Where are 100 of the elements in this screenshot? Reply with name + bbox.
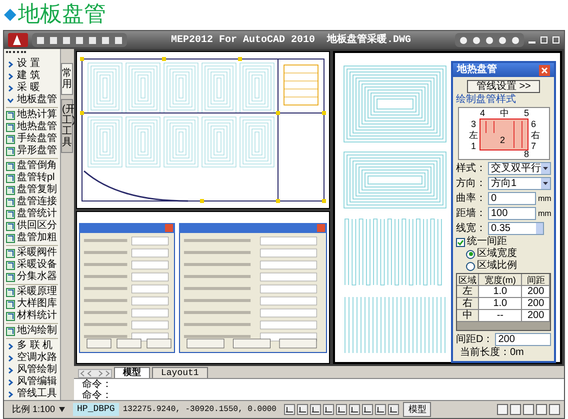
unit-label: mm bbox=[538, 194, 552, 202]
input-field[interactable]: 0 bbox=[488, 192, 536, 205]
menu-item[interactable]: 空调水路 bbox=[6, 352, 58, 364]
tool-icon bbox=[6, 162, 15, 170]
tool-icon bbox=[6, 326, 15, 336]
checkbox-label: 统一间距 bbox=[467, 237, 507, 247]
dropdown[interactable]: 方向1 bbox=[488, 177, 552, 190]
drafting-toggle-icon[interactable] bbox=[388, 404, 400, 415]
page-title: 地板盘管 bbox=[18, 4, 106, 26]
table-cell: 1.0 bbox=[479, 286, 522, 298]
menu-item[interactable]: 风管绘制 bbox=[6, 364, 58, 376]
drafting-toggle-icon[interactable] bbox=[336, 404, 348, 415]
table-cell: 200 bbox=[522, 298, 550, 310]
spinner-field[interactable]: 0.35 bbox=[488, 222, 544, 235]
drafting-toggle-icon[interactable] bbox=[349, 404, 360, 415]
pipe-settings-button[interactable]: 管线设置 >> bbox=[467, 80, 540, 93]
dropdown[interactable]: 交叉双平行 bbox=[488, 162, 552, 175]
tool-icon bbox=[6, 234, 15, 242]
menu-item[interactable]: 分集水器 bbox=[6, 271, 58, 283]
menu-item[interactable]: 大样图库 bbox=[6, 298, 58, 310]
layer-label[interactable]: HP_DBPG bbox=[73, 402, 119, 416]
menu-item[interactable]: 地沟绘制 bbox=[6, 325, 58, 337]
menu-item[interactable]: 盘管转pl bbox=[6, 172, 58, 184]
drafting-toggle-icon[interactable] bbox=[284, 404, 296, 415]
tool-icon bbox=[6, 174, 15, 182]
menu-item[interactable]: 采暖原理 bbox=[6, 286, 58, 298]
side-tab[interactable]: 常用 bbox=[61, 63, 73, 95]
menu-item[interactable]: 地热盘管 bbox=[6, 121, 58, 133]
menu-item[interactable]: 设 置 bbox=[6, 58, 58, 70]
maximize-icon[interactable] bbox=[540, 36, 548, 44]
unit-label: mm bbox=[538, 210, 552, 218]
tool-icon bbox=[6, 210, 15, 218]
menu-item[interactable]: 采暖阀件 bbox=[6, 247, 58, 259]
caret-icon bbox=[541, 178, 550, 189]
radio-label: 区域比例 bbox=[477, 261, 517, 271]
menu-item[interactable]: 供回区分 bbox=[6, 220, 58, 232]
drafting-toggle-icon[interactable] bbox=[375, 404, 386, 415]
menu-item[interactable]: 盘管倒角 bbox=[6, 160, 58, 172]
checkbox[interactable] bbox=[456, 238, 465, 246]
radio-button[interactable] bbox=[466, 250, 475, 258]
menu-item[interactable]: 手绘盘管 bbox=[6, 133, 58, 145]
drafting-toggle-icon[interactable] bbox=[297, 404, 308, 415]
tool-icon bbox=[6, 110, 15, 120]
menu-item[interactable]: 盘管连接 bbox=[6, 196, 58, 208]
close-icon[interactable] bbox=[552, 36, 560, 44]
menu-item[interactable]: 盘管加粗 bbox=[6, 232, 58, 244]
menu-item[interactable]: 采 暖 bbox=[6, 82, 58, 94]
input-field[interactable]: 100 bbox=[488, 207, 536, 220]
table-cell: 1.0 bbox=[479, 298, 522, 310]
menu-item[interactable]: 材料统计 bbox=[6, 310, 58, 322]
menu-item[interactable]: 风管编辑 bbox=[6, 376, 58, 388]
column-header: 区域 bbox=[457, 274, 479, 286]
tool-icon bbox=[6, 288, 15, 296]
command-line: 命令： bbox=[81, 379, 113, 390]
drafting-toggle-icon[interactable] bbox=[323, 404, 334, 415]
table-cell: -- bbox=[479, 310, 522, 322]
radio-label: 区域宽度 bbox=[477, 249, 517, 259]
layout-tab[interactable]: 模型 bbox=[114, 367, 150, 378]
field-label: 线宽： bbox=[456, 224, 486, 234]
menu-item[interactable]: 管线工具 bbox=[6, 388, 58, 400]
menu-item[interactable]: 多 联 机 bbox=[6, 340, 58, 352]
dialog-title: 地热盘管 bbox=[457, 65, 498, 75]
coil-style-diagram: 4 中 5 3 6 左 右 2 1 7 8 bbox=[458, 107, 550, 160]
tool-icon bbox=[6, 248, 15, 258]
tool-icon bbox=[6, 134, 15, 144]
close-icon[interactable] bbox=[539, 64, 550, 76]
menu-item[interactable]: 地热计算 bbox=[6, 109, 58, 121]
column-header: 间距 bbox=[522, 274, 550, 286]
tool-icon bbox=[6, 312, 15, 320]
table-cell: 左 bbox=[457, 286, 479, 298]
scale-dropdown[interactable]: 比例 1:100 bbox=[8, 402, 70, 416]
drafting-toggle-icon[interactable] bbox=[310, 404, 322, 415]
menu-item[interactable]: 盘管统计 bbox=[6, 208, 58, 220]
tool-icon bbox=[6, 272, 15, 282]
caret-icon bbox=[541, 163, 550, 174]
radio-button[interactable] bbox=[466, 262, 475, 270]
table-cell: 中 bbox=[457, 310, 479, 322]
diamond-bullet: ◆ bbox=[4, 7, 16, 23]
drafting-toggle-icon[interactable] bbox=[362, 404, 374, 415]
model-button[interactable]: 模型 bbox=[403, 402, 432, 418]
tool-icon bbox=[6, 222, 15, 230]
field-label: 曲率： bbox=[456, 194, 486, 204]
menu-item[interactable]: 盘管复制 bbox=[6, 184, 58, 196]
group-label: 绘制盘管样式 bbox=[456, 95, 517, 105]
menu-item[interactable]: 采暖设备 bbox=[6, 259, 58, 271]
input-field[interactable]: 200 bbox=[495, 333, 552, 346]
app-logo-icon[interactable] bbox=[8, 33, 28, 47]
tool-icon bbox=[6, 146, 15, 156]
menu-item[interactable]: 建 筑 bbox=[6, 70, 58, 82]
tool-icon bbox=[6, 300, 15, 308]
field-label: 距墙： bbox=[456, 208, 486, 218]
tab-scroll-arrows-icon[interactable] bbox=[78, 369, 112, 378]
field-label: 间距D： bbox=[456, 334, 494, 344]
menu-item[interactable]: 异形盘管 bbox=[6, 145, 58, 157]
coordinates: 132275.9240, -30920.1550, 0.0000 bbox=[122, 404, 276, 416]
layout-tab[interactable]: Layout1 bbox=[152, 367, 208, 378]
command-line: 命令： bbox=[81, 390, 113, 401]
table-cell: 200 bbox=[522, 286, 550, 298]
table-cell: 右 bbox=[457, 298, 479, 310]
menu-item[interactable]: 地板盘管 bbox=[6, 94, 58, 106]
